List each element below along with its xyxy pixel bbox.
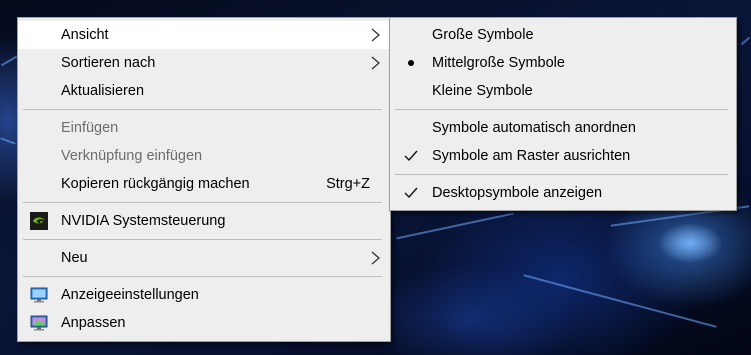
menu-separator (395, 109, 728, 110)
menu-item-label: Symbole am Raster ausrichten (432, 148, 631, 164)
menu-item-ansicht[interactable]: Ansicht (18, 21, 390, 49)
submenu-item-automatisch-anordnen[interactable]: Symbole automatisch anordnen (390, 114, 736, 142)
wallpaper-streak (0, 137, 16, 145)
menu-item-anzeigeeinstellungen[interactable]: Anzeigeeinstellungen (18, 281, 390, 309)
menu-item-label: Neu (61, 250, 88, 266)
chevron-right-icon (371, 244, 380, 265)
wallpaper-streak (0, 55, 18, 67)
chevron-right-icon (371, 21, 380, 42)
menu-separator (23, 276, 382, 277)
menu-separator (23, 109, 382, 110)
chevron-right-icon (371, 49, 380, 70)
menu-item-label: Verknüpfung einfügen (61, 148, 203, 164)
menu-item-label: Mittelgroße Symbole (432, 55, 565, 71)
menu-item-label: Sortieren nach (61, 55, 156, 71)
menu-item-einfuegen[interactable]: Einfügen (18, 114, 390, 142)
menu-item-shortcut: Strg+Z (326, 176, 370, 192)
checkmark-icon (404, 179, 418, 217)
menu-item-anpassen[interactable]: Anpassen (18, 309, 390, 337)
menu-item-label: Kleine Symbole (432, 83, 533, 99)
menu-separator (23, 202, 382, 203)
menu-item-label: NVIDIA Systemsteuerung (61, 213, 226, 229)
menu-item-label: Große Symbole (432, 27, 534, 43)
menu-item-label: Ansicht (61, 27, 109, 43)
menu-item-aktualisieren[interactable]: Aktualisieren (18, 77, 390, 105)
checkmark-icon (404, 142, 418, 180)
menu-item-neu[interactable]: Neu (18, 244, 390, 272)
bullet-icon (404, 49, 418, 77)
display-settings-icon (30, 286, 48, 304)
menu-separator (395, 174, 728, 175)
menu-item-label: Symbole automatisch anordnen (432, 120, 636, 136)
menu-item-label: Anpassen (61, 315, 126, 331)
wallpaper-streak (740, 36, 751, 46)
menu-item-sortieren-nach[interactable]: Sortieren nach (18, 49, 390, 77)
menu-item-label: Einfügen (61, 120, 119, 136)
menu-item-verknuepfung-einfuegen[interactable]: Verknüpfung einfügen (18, 142, 390, 170)
wallpaper-streak (523, 274, 717, 328)
submenu-item-raster-ausrichten[interactable]: Symbole am Raster ausrichten (390, 142, 736, 170)
menu-item-label: Kopieren rückgängig machen (61, 176, 250, 192)
submenu-item-kleine-symbole[interactable]: Kleine Symbole (390, 77, 736, 105)
submenu-item-desktopsymbole-anzeigen[interactable]: Desktopsymbole anzeigen (390, 179, 736, 207)
menu-item-kopieren-rueckgaengig[interactable]: Kopieren rückgängig machen Strg+Z (18, 170, 390, 198)
menu-item-nvidia-systemsteuerung[interactable]: NVIDIA Systemsteuerung (18, 207, 390, 235)
submenu-item-mittelgrosse-symbole[interactable]: Mittelgroße Symbole (390, 49, 736, 77)
submenu-item-grosse-symbole[interactable]: Große Symbole (390, 21, 736, 49)
personalize-icon (30, 314, 48, 332)
menu-separator (23, 239, 382, 240)
view-submenu: Große Symbole Mittelgroße Symbole Kleine… (389, 17, 737, 211)
menu-item-label: Anzeigeeinstellungen (61, 287, 199, 303)
menu-item-label: Aktualisieren (61, 83, 145, 99)
desktop-context-menu: Ansicht Sortieren nach Aktualisieren Ein… (17, 17, 391, 342)
nvidia-logo-icon (30, 212, 48, 230)
menu-item-label: Desktopsymbole anzeigen (432, 185, 603, 201)
